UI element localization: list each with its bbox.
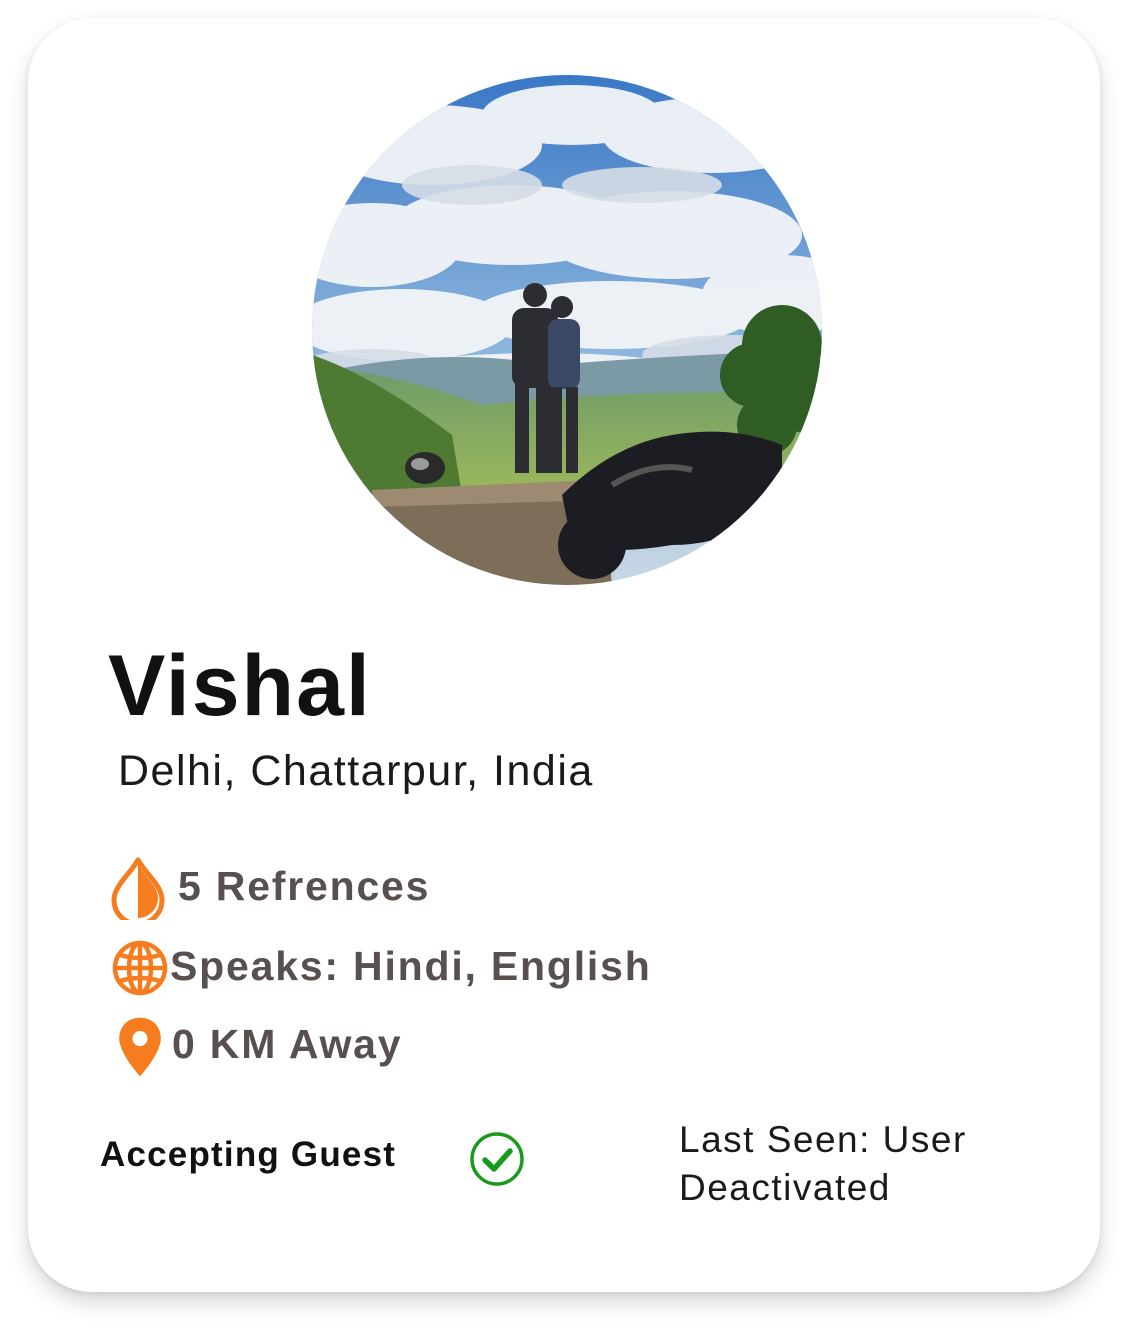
languages-row: Speaks: Hindi, English [108, 936, 1008, 1000]
map-pin-icon [119, 1017, 161, 1077]
profile-name: Vishal [108, 638, 372, 734]
drop-icon [111, 857, 165, 920]
check-circle-icon [470, 1132, 524, 1186]
last-seen-status: Last Seen: User Deactivated [679, 1119, 967, 1208]
profile-card[interactable]: Vishal Delhi, Chattarpur, India 5 Refren… [28, 18, 1100, 1292]
accepting-guest-label: Accepting Guest [100, 1135, 397, 1174]
globe-icon [112, 940, 168, 996]
references-row: 5 Refrences [108, 856, 1008, 920]
languages-text: Speaks: Hindi, English [170, 943, 652, 989]
distance-text: 0 KM Away [172, 1021, 403, 1067]
profile-location: Delhi, Chattarpur, India [118, 747, 594, 795]
profile-photo [312, 75, 822, 585]
distance-row: 0 KM Away [108, 1014, 1008, 1078]
references-count: 5 Refrences [178, 863, 431, 909]
